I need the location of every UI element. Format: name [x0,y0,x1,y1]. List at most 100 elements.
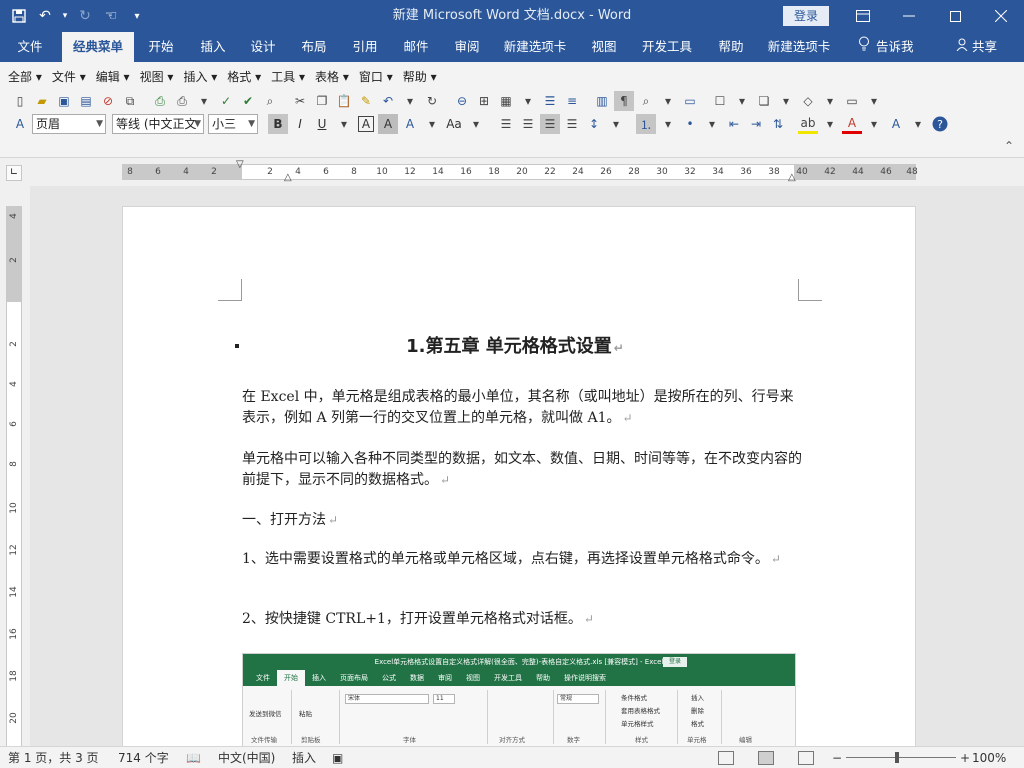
insert-table-icon[interactable]: ▦ [496,91,516,111]
minimize-icon[interactable] [886,0,932,32]
proofing-icon[interactable]: 📖 [186,747,201,768]
login-button[interactable]: 登录 [783,6,829,26]
print-icon[interactable]: ⎙ [172,91,192,111]
menu-all[interactable]: 全部 ▾ [8,68,42,88]
format-painter-icon[interactable]: ✎ [356,91,376,111]
increase-indent-icon[interactable]: ⇥ [746,114,766,134]
zoom-level[interactable]: 100% [972,747,1006,768]
textbox-icon[interactable]: ▭ [842,91,862,111]
menu-format[interactable]: 格式 ▾ [227,68,261,88]
highlight-icon[interactable]: ab [798,114,818,134]
document-heading[interactable]: 1.第五章 单元格格式设置 ↵ [235,332,795,358]
share-button[interactable]: 共享 [956,32,997,62]
bullets-dropdown-icon[interactable]: ▾ [702,114,722,134]
undo-dropdown-icon[interactable]: ▾ [400,91,420,111]
print-preview-icon[interactable]: ⎙ [150,91,170,111]
zoom-slider[interactable] [846,757,956,758]
comment-icon[interactable]: ☐ [710,91,730,111]
hanging-indent-marker[interactable]: △ [284,172,292,183]
right-indent-marker[interactable]: △ [788,172,796,183]
customize-qat-icon[interactable]: ▾ [126,5,148,27]
decrease-indent-icon[interactable]: ⇤ [724,114,744,134]
menu-edit[interactable]: 编辑 ▾ [96,68,130,88]
section-heading[interactable]: 一、打开方法 ↵ [242,510,802,531]
numbering-icon[interactable]: ⒈ [636,114,656,134]
tab-layout[interactable]: 布局 [293,32,335,62]
font-color-dropdown-icon[interactable]: ▾ [864,114,884,134]
maximize-icon[interactable] [932,0,978,32]
save-as-icon[interactable]: ▤ [76,91,96,111]
line-spacing-icon[interactable]: ↕ [584,114,604,134]
paragraph-3[interactable]: 1、选中需要设置格式的单元格或单元格区域，点右键，再选择设置单元格格式命令。 ↵ [242,549,802,570]
numbering-dropdown-icon[interactable]: ▾ [658,114,678,134]
touch-mode-icon[interactable]: ☜ [100,5,122,27]
change-case-button[interactable]: Aa [444,114,464,134]
shapes-icon[interactable]: ◇ [798,91,818,111]
macro-recording-icon[interactable]: ▣ [332,747,343,768]
insert-mode-status[interactable]: 插入 [292,747,316,768]
font-select[interactable]: 等线 (中文正文 ▼ [112,114,204,134]
hyperlink-icon[interactable]: ⊖ [452,91,472,111]
zoom-slider-thumb[interactable] [895,752,899,763]
embedded-excel-screenshot[interactable]: Excel单元格格式设置自定义格式详解(很全面、完整)-表格自定义格式.xls … [242,653,796,746]
permission-icon[interactable]: ⊘ [98,91,118,111]
justify-icon[interactable]: ☰ [562,114,582,134]
font-color-icon[interactable]: A [842,114,862,134]
underline-button[interactable]: U [312,114,332,134]
table-dropdown-icon[interactable]: ▾ [518,91,538,111]
print-layout-icon[interactable] [758,751,774,765]
font-size-select[interactable]: 小三 ▼ [208,114,258,134]
tab-developer[interactable]: 开发工具 [635,32,699,62]
print-options-icon[interactable]: ▾ [194,91,214,111]
tab-new-tab-1[interactable]: 新建选项卡 [498,32,572,62]
copy-format-icon[interactable]: ⧉ [120,91,140,111]
highlight-dropdown-icon[interactable]: ▾ [820,114,840,134]
line-spacing-dropdown-icon[interactable]: ▾ [606,114,626,134]
character-border-button[interactable]: A [358,116,374,132]
web-layout-icon[interactable] [798,751,814,765]
text-effects-dropdown-icon[interactable]: ▾ [422,114,442,134]
document-canvas[interactable]: 1.第五章 单元格格式设置 ↵ 在 Excel 中，单元格是组成表格的最小单位，其… [30,186,1024,746]
zoom-icon[interactable]: ⌕ [636,91,656,111]
grammar-icon[interactable]: ✔ [238,91,258,111]
collapse-ribbon-icon[interactable]: ⌃ [1004,139,1014,153]
paragraph-2[interactable]: 单元格中可以输入各种不同类型的数据，如文本、数值、日期、时间等等，在不改变内容的… [242,449,802,491]
redo-icon[interactable]: ↻ [74,5,96,27]
tab-design[interactable]: 设计 [242,32,284,62]
undo-icon[interactable]: ↶ [34,5,56,27]
menu-file[interactable]: 文件 ▾ [52,68,86,88]
reading-view-icon[interactable]: ▭ [680,91,700,111]
phonetic-dropdown-icon[interactable]: ▾ [908,114,928,134]
tab-file[interactable]: 文件 [8,32,52,62]
tab-view[interactable]: 视图 [583,32,625,62]
save-icon[interactable]: ▣ [54,91,74,111]
italic-button[interactable]: I [290,114,310,134]
language-status[interactable]: 中文(中国) [218,747,275,768]
phonetic-guide-icon[interactable]: A [886,114,906,134]
save-icon[interactable] [8,5,30,27]
paragraph-1[interactable]: 在 Excel 中，单元格是组成表格的最小单位，其名称（或叫地址）是按所在的列、… [242,387,802,429]
arrange-dropdown-icon[interactable]: ▾ [776,91,796,111]
align-left-icon[interactable]: ☰ [496,114,516,134]
tab-mailings[interactable]: 邮件 [395,32,437,62]
undo-icon[interactable]: ↶ [378,91,398,111]
close-icon[interactable] [978,0,1024,32]
read-mode-icon[interactable] [718,751,734,765]
menu-table[interactable]: 表格 ▾ [315,68,349,88]
show-marks-icon[interactable]: ¶ [614,91,634,111]
copy-icon[interactable]: ❐ [312,91,332,111]
document-map-icon[interactable]: ▥ [592,91,612,111]
bullets-icon[interactable]: • [680,114,700,134]
menu-insert[interactable]: 插入 ▾ [183,68,217,88]
textbox-dropdown-icon[interactable]: ▾ [864,91,884,111]
first-line-indent-marker[interactable]: ▽ [236,159,244,170]
tab-home[interactable]: 开始 [140,32,182,62]
vertical-ruler[interactable]: 4 2 2 4 6 8 10 12 14 16 18 20 [6,206,22,746]
drawing-icon[interactable]: ≡ [562,91,582,111]
tab-help[interactable]: 帮助 [710,32,752,62]
tell-me-search[interactable]: 告诉我 [858,32,914,62]
borders-icon[interactable]: ⊞ [474,91,494,111]
document-page[interactable]: 1.第五章 单元格格式设置 ↵ 在 Excel 中，单元格是组成表格的最小单位，其… [122,206,916,746]
character-shading-button[interactable]: A [378,114,398,134]
bold-button[interactable]: B [268,114,288,134]
